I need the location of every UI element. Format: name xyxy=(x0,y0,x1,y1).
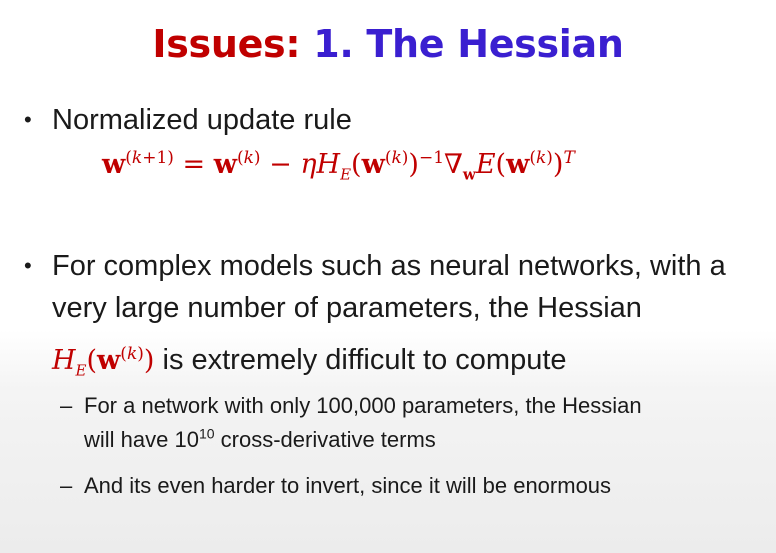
title-issues: Issues: xyxy=(152,22,301,66)
hessian-inline-math: HE(w(k)) xyxy=(52,344,155,380)
subbullet-network-sup: 10 xyxy=(198,425,215,442)
subbullet-invert-text: And its even harder to invert, since it … xyxy=(84,473,612,498)
subbullet-invert: – And its even harder to invert, since it… xyxy=(60,473,612,498)
bullet-complex-line2: very large number of parameters, the Hes… xyxy=(52,292,642,324)
bullet-normalized-update: Normalized update rule xyxy=(52,104,352,136)
subbullet-network-post: cross-derivative terms xyxy=(214,427,436,452)
update-rule-formula: w(k+1) = w(k) − ηHE(w(k))−1∇wE(w(k))T xyxy=(102,148,575,184)
bullet-complex-line3: HE(w(k)) is extremely difficult to compu… xyxy=(52,332,567,392)
bullet-dot-icon: • xyxy=(24,253,32,278)
bullet-dot-icon: • xyxy=(24,107,32,132)
subbullet-network-line1: – For a network with only 100,000 paramet… xyxy=(60,393,642,418)
bullet-complex-line3-text: is extremely difficult to compute xyxy=(162,344,567,376)
subbullet-network-text1: For a network with only 100,000 paramete… xyxy=(84,393,642,418)
subbullet-network-line2: will have 1010 cross-derivative terms xyxy=(84,423,436,457)
title-hessian: 1. The Hessian xyxy=(313,22,624,66)
subbullet-network-pre: will have 10 xyxy=(84,427,199,452)
bullet-complex-line1: For complex models such as neural networ… xyxy=(52,250,726,282)
page-title: Issues: 1. The Hessian xyxy=(0,22,776,66)
